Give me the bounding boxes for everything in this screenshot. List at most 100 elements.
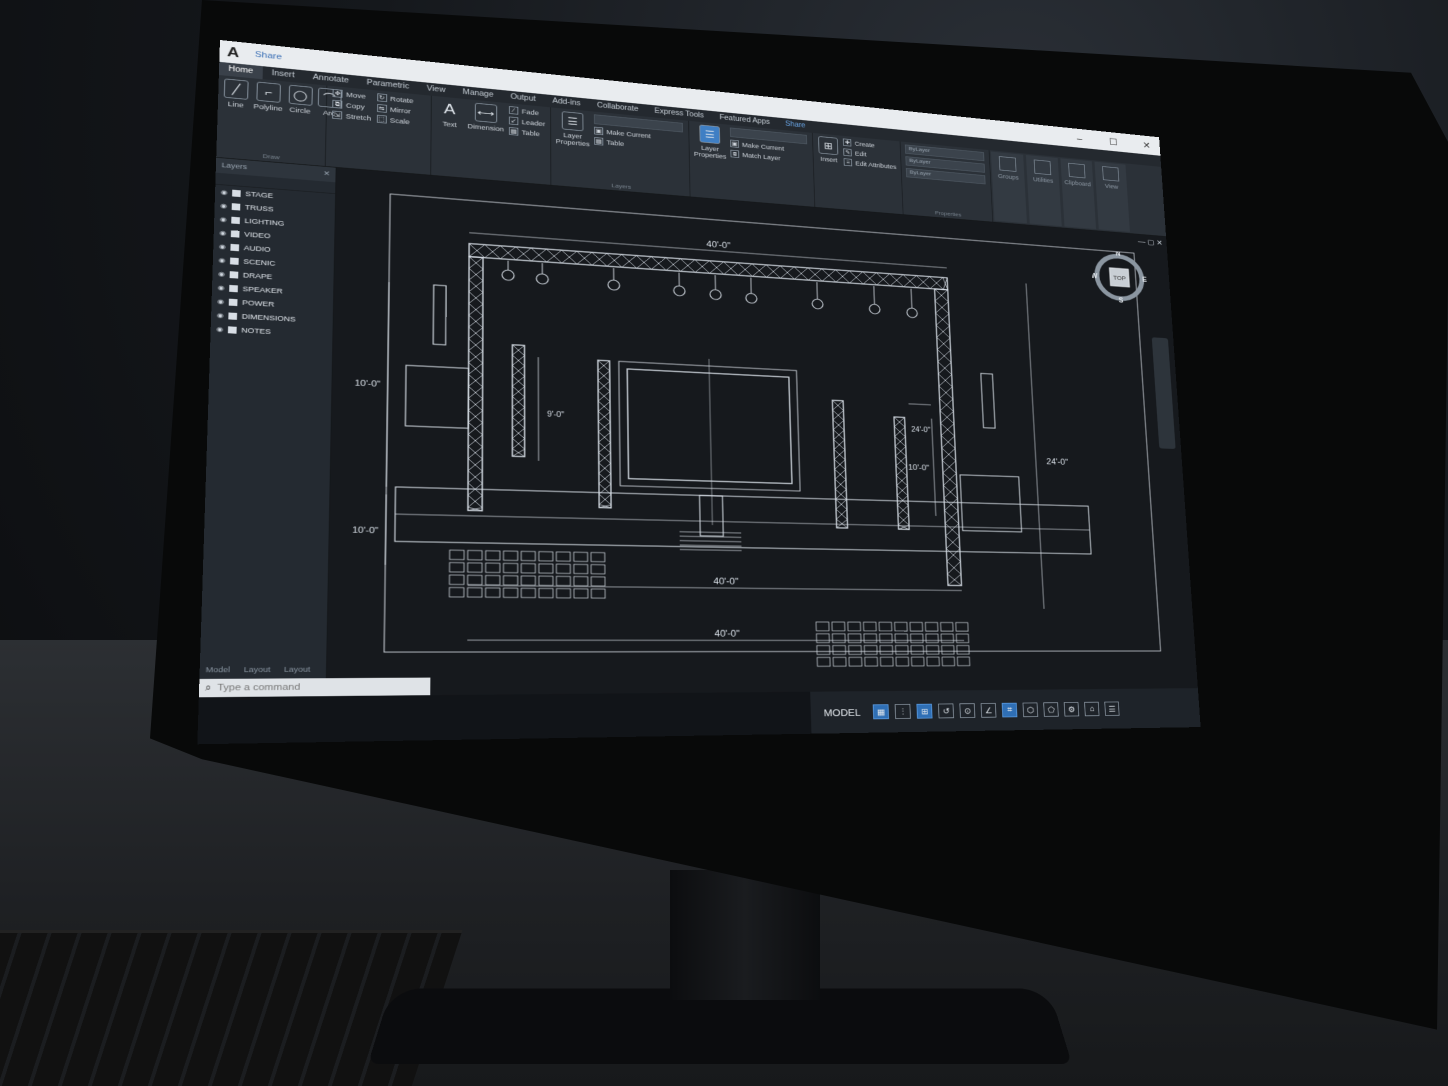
annotation-scale-icon[interactable]: ⌂ (1084, 701, 1100, 717)
make-current-icon: ▣ (594, 126, 604, 136)
right-seating-seat (833, 657, 846, 666)
drawing-canvas[interactable]: 40'-0" 40'-0" 40'-0" 24'-0" 10'-0" 10'-0" 10'-… (326, 167, 1198, 697)
quick-access-share[interactable]: Share (255, 50, 282, 61)
stretch-tool[interactable]: ⇲ Stretch (332, 110, 371, 123)
close-button[interactable]: ✕ (1133, 139, 1160, 152)
layer-color-swatch[interactable] (229, 270, 239, 279)
edit-attributes-button[interactable]: ≡ Edit Attributes (843, 158, 897, 170)
layer-color-swatch[interactable] (231, 216, 240, 224)
app-logo-icon[interactable]: A (227, 44, 246, 60)
left-truss-tower (468, 257, 483, 511)
left-seating-seat (539, 552, 553, 561)
visibility-icon[interactable]: ◉ (221, 188, 228, 195)
layer-item-label: STAGE (245, 189, 274, 200)
layer-color-swatch[interactable] (228, 298, 238, 306)
workspace-icon[interactable]: ⚙ (1063, 702, 1080, 717)
layer-stack-icon: ☰ (561, 111, 584, 132)
layers2-panel: ☰ Layer Properties ▣ Make Current ⧈ Match L… (689, 120, 816, 207)
dimension-text-stage-width: 40'-0" (713, 577, 739, 587)
dimension-text-screen-height: 9'-0" (547, 410, 564, 419)
right-seating-seat (911, 657, 924, 666)
utilities-icon (1033, 159, 1052, 176)
right-seating-seat (849, 657, 862, 666)
tab-layout-2[interactable]: Layout (284, 665, 310, 678)
utilities-button[interactable]: Utilities (1025, 154, 1062, 227)
insert-block-button[interactable]: ⊞ Insert (817, 136, 841, 206)
layer-color-swatch[interactable] (230, 229, 240, 238)
layer-properties-button[interactable]: ☰ Layer Properties (556, 111, 590, 186)
copy-tool[interactable]: ⧉ Copy (332, 99, 371, 112)
layer-item-label: TRUSS (244, 203, 274, 214)
layer-color-swatch[interactable] (227, 325, 237, 334)
clipboard-button[interactable]: Clipboard (1060, 158, 1097, 230)
snap-tracking-icon[interactable]: ⬡ (1022, 702, 1039, 718)
grid-icon[interactable]: ▦ (872, 704, 890, 720)
command-input[interactable] (217, 681, 392, 693)
visibility-icon[interactable]: ◉ (217, 311, 224, 318)
right-seating-seat (848, 622, 861, 631)
left-seating-seat (539, 576, 553, 585)
left-seating-seat (503, 551, 517, 560)
visibility-icon[interactable]: ◉ (220, 202, 227, 209)
far-right-tower (894, 417, 909, 529)
ortho-icon[interactable]: ⊙ (959, 703, 976, 719)
tab-layout-1[interactable]: Layout (244, 665, 271, 678)
dimension-line-truss-width (469, 233, 947, 268)
left-seating-seat (591, 577, 605, 586)
circle-tool[interactable]: ◯ Circle (287, 84, 313, 162)
snap-grid-icon[interactable]: ⋮ (894, 704, 912, 719)
lighting-fixture-6 (746, 293, 757, 303)
layer-stack-icon: ☰ (699, 124, 721, 145)
status-tools: MODEL ▦ ⋮ ⊞ ↺ ⊙ ∠ ⌗ ⬡ ⬠ ⚙ ⌂ ☰ (810, 688, 1201, 734)
left-seating-seat (486, 551, 500, 560)
scale-tool[interactable]: ⬚ Scale (376, 114, 413, 126)
layer-item-label: POWER (242, 298, 275, 309)
line-tool[interactable]: ╱ Line (222, 78, 249, 156)
text-tool[interactable]: A Text (436, 99, 462, 175)
mirror-tool[interactable]: ⇋ Mirror (376, 103, 414, 115)
left-scenic-panel (405, 365, 468, 428)
polar-tracking-icon[interactable]: ∠ (980, 703, 997, 718)
maximize-button[interactable]: ☐ (1100, 135, 1127, 148)
right-seating-seat (848, 634, 861, 643)
stage-plan-drawing[interactable]: 40'-0" 40'-0" 40'-0" 24'-0" 10'-0" 10'-0" 10'-… (326, 168, 1197, 696)
visibility-icon[interactable]: ◉ (218, 284, 225, 291)
leader-tool[interactable]: ↙ Leader (508, 116, 545, 128)
dimension-tool[interactable]: ⟷ Dimension (467, 102, 504, 178)
visibility-icon[interactable]: ◉ (219, 243, 226, 250)
layer-item-label: DIMENSIONS (241, 312, 296, 324)
lineweight-icon[interactable]: ⬠ (1043, 702, 1059, 717)
layer-color-swatch[interactable] (231, 202, 241, 211)
visibility-icon[interactable]: ◉ (220, 215, 227, 222)
layer-color-swatch[interactable] (229, 257, 239, 265)
left-seating-seat (556, 589, 570, 598)
dynamic-input-icon[interactable]: ↺ (938, 703, 955, 719)
tab-model[interactable]: Model (205, 666, 231, 679)
fade-tool[interactable]: ∕ Fade (508, 106, 545, 117)
layer-color-swatch[interactable] (229, 284, 238, 292)
layer-color-swatch[interactable] (232, 189, 241, 197)
infer-constraints-icon[interactable]: ⊞ (916, 703, 933, 719)
customization-icon[interactable]: ☰ (1104, 701, 1120, 716)
visibility-icon[interactable]: ◉ (219, 256, 226, 263)
layer-properties-button-2[interactable]: ☰ Layer Properties (694, 124, 727, 197)
object-snap-icon[interactable]: ⌗ (1001, 702, 1018, 718)
model-space-button[interactable]: MODEL (817, 704, 867, 720)
visibility-icon[interactable]: ◉ (216, 325, 223, 332)
groups-button[interactable]: Groups (990, 151, 1027, 224)
layer-color-swatch[interactable] (228, 312, 238, 320)
annotation-table-tool[interactable]: ▦ Table (508, 127, 545, 138)
viewcube[interactable]: TOP N S E W (1091, 249, 1149, 305)
visibility-icon[interactable]: ◉ (219, 229, 226, 236)
visibility-icon[interactable]: ◉ (218, 270, 225, 277)
move-tool[interactable]: ✥ Move (332, 88, 372, 101)
rotate-tool[interactable]: ↻ Rotate (376, 93, 414, 104)
visibility-icon[interactable]: ◉ (217, 298, 224, 305)
right-seating-seat (927, 657, 940, 666)
minimize-button[interactable]: – (1066, 132, 1094, 145)
polyline-tool[interactable]: ⌐ Polyline (252, 81, 283, 159)
view-button[interactable]: View (1094, 161, 1130, 232)
layer-color-swatch[interactable] (230, 243, 240, 251)
close-icon[interactable]: ✕ (323, 170, 330, 179)
dimension-text-side-height: 10'-0" (908, 462, 929, 472)
